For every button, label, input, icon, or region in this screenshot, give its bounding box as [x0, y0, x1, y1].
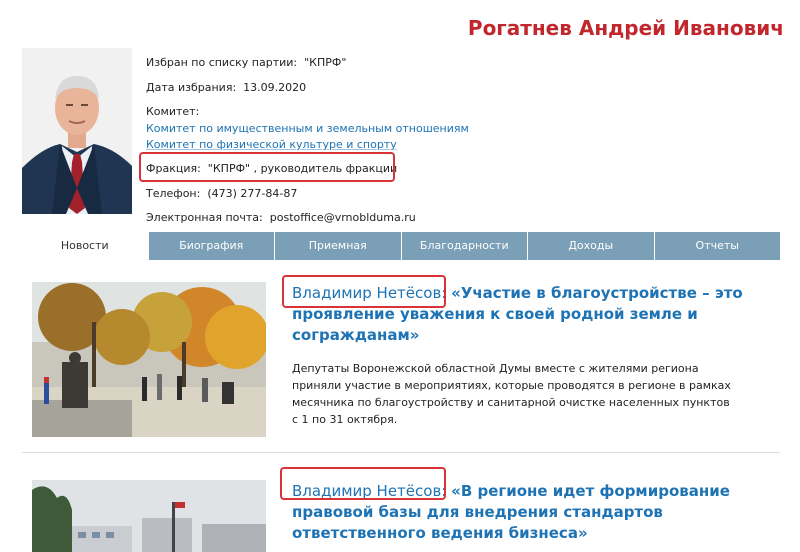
phone-label: Телефон: [146, 187, 201, 200]
tab-reception[interactable]: Приемная [274, 232, 401, 260]
news-divider [22, 452, 780, 453]
news-excerpt: Депутаты Воронежской областной Думы вмес… [292, 362, 731, 426]
committee-link-property[interactable]: Комитет по имущественным и земельным отн… [146, 122, 469, 135]
party-row: Избран по списку партии: "КПРФ" [146, 56, 346, 69]
committee-label: Комитет: [146, 105, 200, 118]
profile-tabs: Новости Биография Приемная Благодарности… [22, 232, 780, 260]
phone-value: (473) 277-84-87 [207, 187, 298, 200]
election-date-row: Дата избрания: 13.09.2020 [146, 81, 306, 94]
author-highlight-box [282, 275, 446, 308]
election-date-value: 13.09.2020 [243, 81, 307, 94]
author-highlight-box [280, 467, 446, 500]
party-value: "КПРФ" [304, 56, 347, 69]
tab-reports[interactable]: Отчеты [653, 232, 780, 260]
party-label: Избран по списку партии: [146, 56, 298, 69]
faction-highlight-box [139, 152, 395, 182]
election-date-label: Дата избрания: [146, 81, 237, 94]
tab-news[interactable]: Новости [22, 232, 148, 260]
news-image[interactable] [32, 282, 266, 437]
tab-income[interactable]: Доходы [527, 232, 654, 260]
tab-gratitude[interactable]: Благодарности [400, 232, 527, 260]
deputy-photo [22, 48, 132, 214]
news-image[interactable] [32, 480, 266, 552]
email-label: Электронная почта: [146, 211, 263, 224]
phone-row: Телефон: (473) 277-84-87 [146, 187, 297, 200]
page-title: Рогатнев Андрей Иванович [467, 16, 784, 40]
email-value[interactable]: postoffice@vrnoblduma.ru [270, 211, 416, 224]
tab-biography[interactable]: Биография [147, 232, 274, 260]
committee-link-sport[interactable]: Комитет по физической культуре и спорту [146, 138, 397, 151]
email-row: Электронная почта: postoffice@vrnoblduma… [146, 211, 416, 224]
